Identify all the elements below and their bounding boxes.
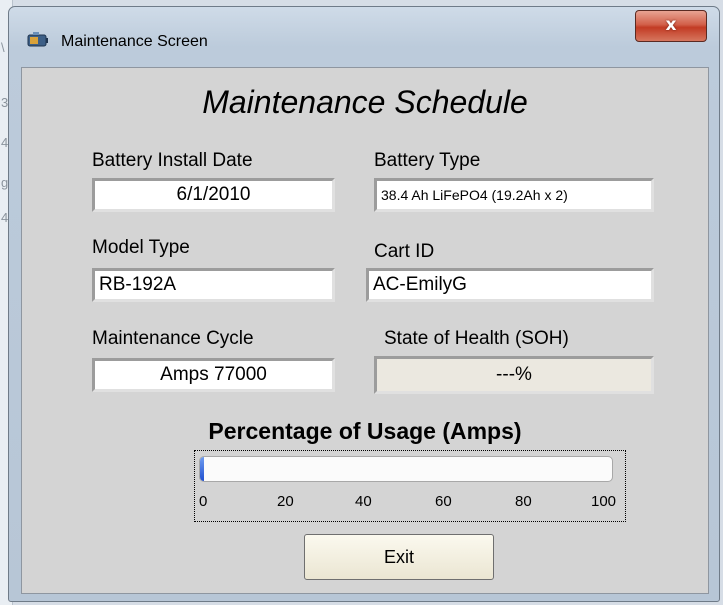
maintenance-cycle-label: Maintenance Cycle	[92, 328, 254, 349]
battery-app-icon	[27, 32, 48, 47]
close-button[interactable]: x	[635, 10, 707, 42]
maintenance-panel: Maintenance Schedule Battery Install Dat…	[21, 67, 709, 594]
title-bar[interactable]: Maintenance Screen x	[9, 7, 719, 65]
battery-type-field[interactable]: 38.4 Ah LiFePO4 (19.2Ah x 2)	[374, 178, 654, 212]
usage-tick-label: 20	[277, 493, 294, 510]
usage-title: Percentage of Usage (Amps)	[208, 418, 522, 444]
cart-id-label: Cart ID	[374, 241, 435, 262]
usage-tick-label: 0	[199, 493, 208, 510]
usage-progress-fill	[200, 457, 205, 481]
maintenance-window: Maintenance Screen x Maintenance Schedul…	[8, 6, 720, 602]
exit-button[interactable]: Exit	[304, 534, 494, 580]
window-title: Maintenance Screen	[61, 33, 208, 50]
background-fragment: \	[1, 40, 5, 55]
usage-tick-label: 40	[355, 493, 372, 510]
close-icon: x	[665, 15, 677, 35]
battery-install-date-label: Battery Install Date	[92, 150, 253, 171]
battery-install-date-field[interactable]: 6/1/2010	[92, 178, 335, 212]
model-type-label: Model Type	[92, 237, 190, 258]
page-title: Maintenance Schedule	[202, 84, 528, 120]
model-type-field[interactable]: RB-192A	[92, 268, 335, 302]
usage-progress-frame: 0 20 40 60 80 100	[194, 450, 626, 522]
battery-type-label: Battery Type	[374, 150, 481, 171]
state-of-health-field: ---%	[374, 356, 654, 394]
usage-tick-label: 60	[435, 493, 452, 510]
maintenance-cycle-field[interactable]: Amps 77000	[92, 358, 335, 392]
usage-progress-bar	[199, 456, 613, 482]
state-of-health-label: State of Health (SOH)	[384, 328, 569, 349]
usage-tick-label: 100	[591, 493, 617, 510]
cart-id-field[interactable]: AC-EmilyG	[366, 268, 654, 302]
usage-tick-label: 80	[515, 493, 532, 510]
